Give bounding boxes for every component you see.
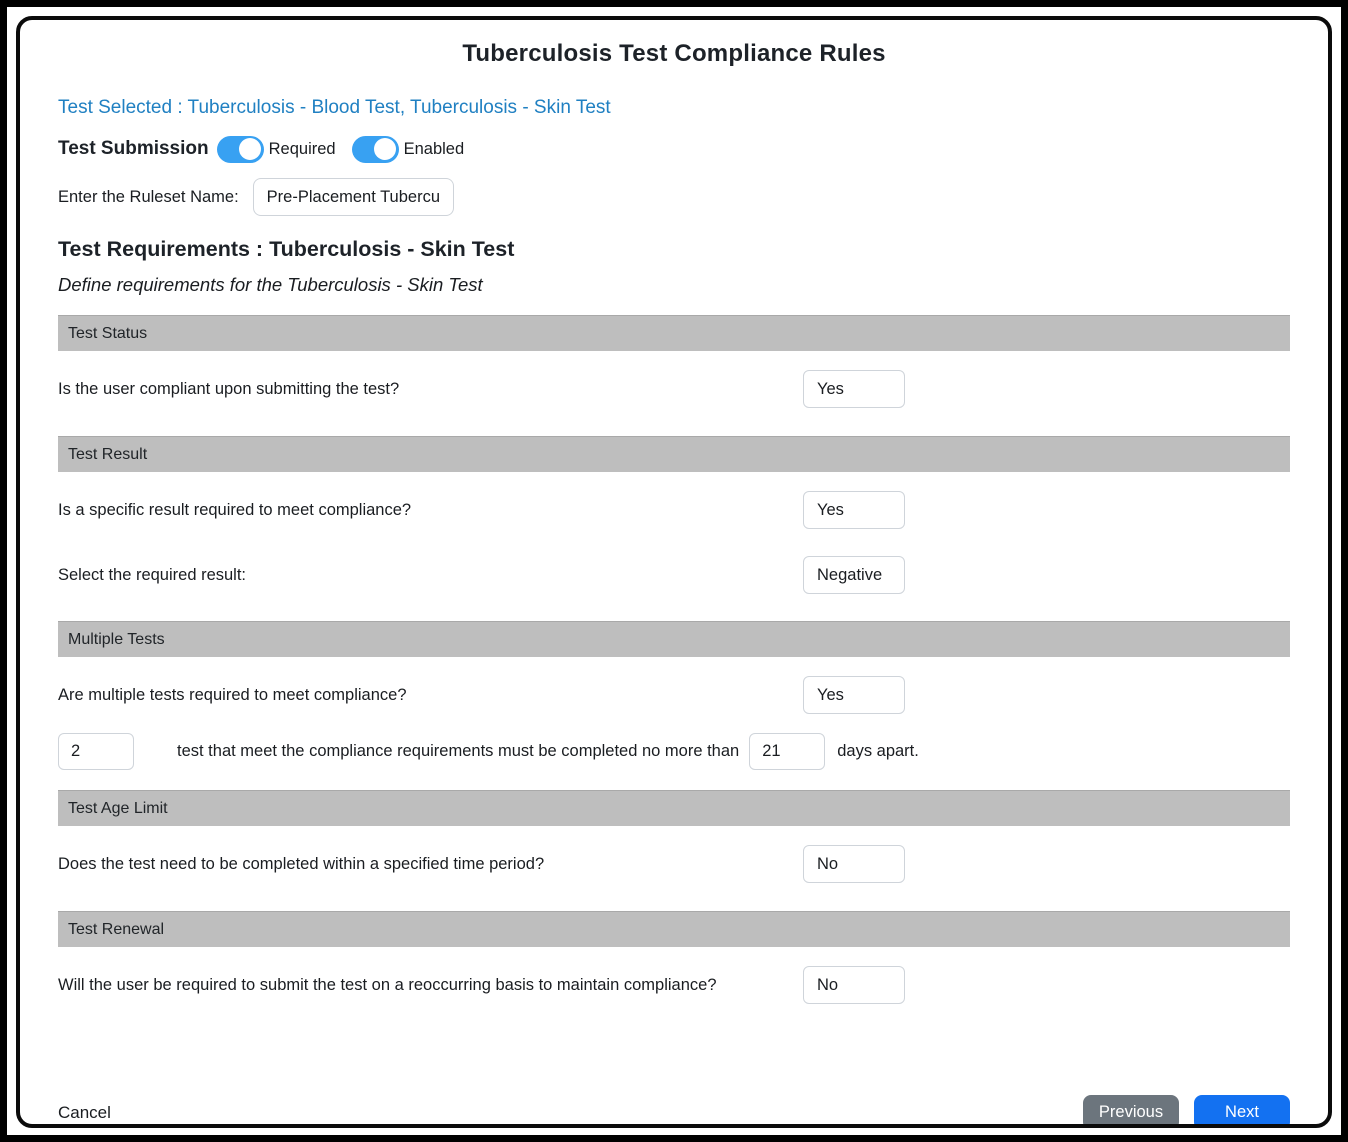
- multiple-tests-rule-row: test that meet the compliance requiremen…: [58, 733, 1290, 770]
- ruleset-name-label: Enter the Ruleset Name:: [58, 188, 239, 207]
- reoccurring-submission-select[interactable]: [803, 966, 905, 1004]
- requirements-subheading: Define requirements for the Tuberculosis…: [58, 274, 1290, 296]
- time-period-required-select[interactable]: [803, 845, 905, 883]
- question-text: Select the required result:: [58, 556, 246, 594]
- enabled-toggle[interactable]: [352, 136, 399, 163]
- rule-middle-text: test that meet the compliance requiremen…: [177, 742, 739, 761]
- previous-button[interactable]: Previous: [1083, 1095, 1179, 1128]
- days-apart-input[interactable]: [749, 733, 825, 770]
- section-title: Test Age Limit: [68, 800, 168, 818]
- question-text: Will the user be required to submit the …: [58, 966, 717, 1004]
- test-submission-row: Test Submission Required Enabled: [58, 135, 1290, 163]
- question-row: Will the user be required to submit the …: [58, 966, 1290, 1004]
- section-header-test-age-limit: Test Age Limit: [58, 790, 1290, 826]
- cancel-button[interactable]: Cancel: [58, 1103, 111, 1123]
- section-title: Test Renewal: [68, 921, 164, 939]
- ruleset-row: Enter the Ruleset Name:: [58, 178, 1290, 216]
- question-row: Does the test need to be completed withi…: [58, 845, 1290, 883]
- rule-end-text: days apart.: [837, 742, 919, 761]
- question-row: Is the user compliant upon submitting th…: [58, 370, 1290, 408]
- section-header-test-status: Test Status: [58, 315, 1290, 351]
- compliance-rules-panel: Tuberculosis Test Compliance Rules Test …: [16, 16, 1332, 1128]
- footer-actions: Cancel Previous Next: [58, 1095, 1290, 1128]
- outer-mat: Tuberculosis Test Compliance Rules Test …: [7, 7, 1341, 1135]
- test-submission-label: Test Submission: [58, 138, 209, 160]
- next-button[interactable]: Next: [1194, 1095, 1290, 1128]
- test-count-input[interactable]: [58, 733, 134, 770]
- ruleset-name-input[interactable]: [253, 178, 454, 216]
- requirements-heading: Test Requirements : Tuberculosis - Skin …: [58, 237, 1290, 262]
- required-result-select[interactable]: [803, 556, 905, 594]
- compliant-on-submit-select[interactable]: [803, 370, 905, 408]
- test-selected-text: Test Selected : Tuberculosis - Blood Tes…: [58, 97, 1290, 119]
- question-row: Select the required result:: [58, 556, 1290, 594]
- section-header-test-result: Test Result: [58, 436, 1290, 472]
- toggle-knob-icon: [374, 138, 396, 160]
- specific-result-required-select[interactable]: [803, 491, 905, 529]
- required-toggle-label: Required: [269, 140, 336, 159]
- question-row: Are multiple tests required to meet comp…: [58, 676, 1290, 714]
- page-title: Tuberculosis Test Compliance Rules: [58, 40, 1290, 68]
- question-text: Does the test need to be completed withi…: [58, 845, 544, 883]
- section-title: Test Result: [68, 446, 147, 464]
- required-toggle[interactable]: [217, 136, 264, 163]
- question-text: Is the user compliant upon submitting th…: [58, 370, 399, 408]
- toggle-knob-icon: [239, 138, 261, 160]
- question-row: Is a specific result required to meet co…: [58, 491, 1290, 529]
- section-title: Test Status: [68, 325, 147, 343]
- multiple-tests-required-select[interactable]: [803, 676, 905, 714]
- section-header-test-renewal: Test Renewal: [58, 911, 1290, 947]
- section-title: Multiple Tests: [68, 631, 165, 649]
- question-text: Is a specific result required to meet co…: [58, 491, 411, 529]
- question-text: Are multiple tests required to meet comp…: [58, 676, 407, 714]
- enabled-toggle-label: Enabled: [404, 140, 465, 159]
- section-header-multiple-tests: Multiple Tests: [58, 621, 1290, 657]
